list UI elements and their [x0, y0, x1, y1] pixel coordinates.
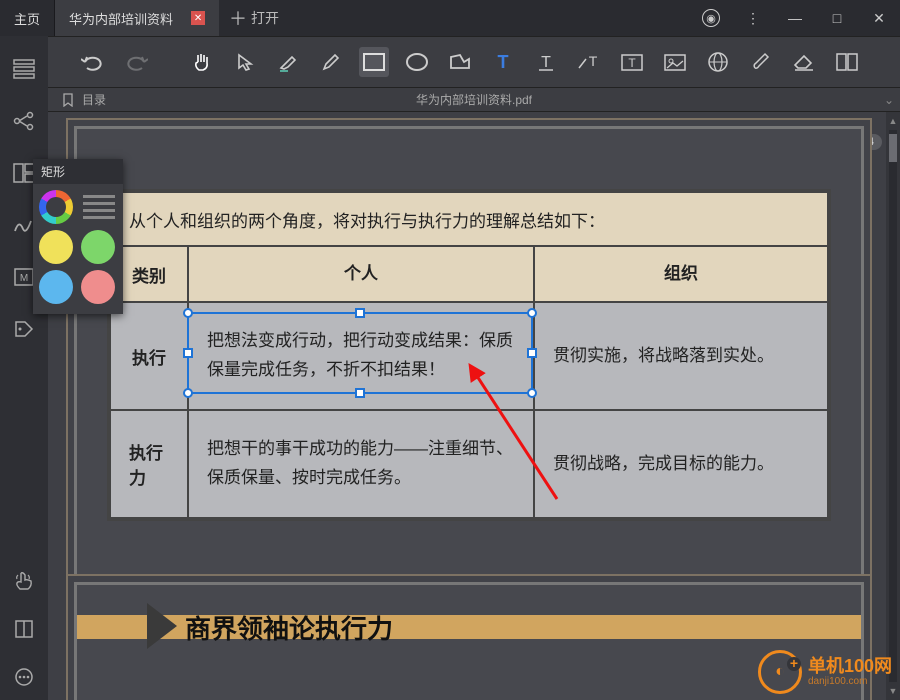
- new-tab-button[interactable]: ＋ 打开: [229, 5, 279, 31]
- breadcrumb-bar: 目录 华为内部培训资料.pdf ⌄: [48, 88, 900, 112]
- window-minimize[interactable]: —: [774, 0, 816, 36]
- maximize-icon: □: [833, 10, 841, 26]
- sidebar-item-touch[interactable]: [11, 568, 37, 594]
- sidebar-item-more[interactable]: [11, 664, 37, 690]
- main-area: M T T T T: [0, 36, 900, 700]
- menu-icon: ⋮: [746, 10, 760, 27]
- selection-handle-n[interactable]: [355, 308, 365, 318]
- new-tab-label: 打开: [251, 8, 279, 28]
- breadcrumb-chevron-icon[interactable]: ⌄: [884, 93, 894, 107]
- watermark: ◐ 单机100网 danji100.com: [758, 650, 892, 694]
- color-swatch-blue[interactable]: [39, 270, 73, 304]
- pencil-tool[interactable]: [316, 47, 346, 77]
- table-cell-label: 执行: [110, 302, 188, 410]
- selection-handle-e[interactable]: [527, 348, 537, 358]
- section-ribbon: 商界领袖论执行力: [77, 603, 861, 649]
- shape-options-panel: 矩形: [33, 159, 123, 314]
- color-wheel-icon[interactable]: [39, 190, 73, 224]
- shape-panel-title: 矩形: [33, 159, 123, 184]
- text-tool[interactable]: T: [488, 47, 518, 77]
- text-box-tool[interactable]: T: [617, 47, 647, 77]
- title-bar: 主页 华为内部培训资料 ✕ ＋ 打开 ◉ ⋮ — □ ✕: [0, 0, 900, 36]
- rectangle-tool[interactable]: [359, 47, 389, 77]
- sidebar-item-tag[interactable]: [11, 316, 37, 342]
- watermark-logo-icon: ◐: [758, 650, 802, 694]
- table-row: 执行力 把想干的事干成功的能力——注重细节、保质保量、按时完成任务。 贯彻战略，…: [110, 410, 828, 518]
- watermark-brand: 单机100网: [808, 656, 892, 676]
- bookmark-icon[interactable]: [62, 93, 74, 107]
- page-2: 商界领袖论执行力: [66, 574, 872, 700]
- content-column: T T T T 目录 华为内部培训资料.pdf ⌄ 4: [48, 36, 900, 700]
- color-swatch-green[interactable]: [81, 230, 115, 264]
- svg-text:M: M: [20, 273, 28, 284]
- sidebar-item-book[interactable]: [11, 616, 37, 642]
- selection-handle-nw[interactable]: [183, 308, 193, 318]
- selection-handle-sw[interactable]: [183, 388, 193, 398]
- document-viewport[interactable]: 4 从个人和组织的两个角度，将对执行与执行力的理解总结如下： 类别 个人 组织: [48, 112, 900, 700]
- left-sidebar: M: [0, 36, 48, 700]
- highlighter-tool[interactable]: [273, 47, 303, 77]
- account-button[interactable]: ◉: [690, 0, 732, 36]
- minimize-icon: —: [788, 10, 802, 26]
- table-intro-cell: 从个人和组织的两个角度，将对执行与执行力的理解总结如下：: [110, 192, 828, 246]
- selection-handle-w[interactable]: [183, 348, 193, 358]
- tab-home-label: 主页: [14, 9, 40, 28]
- text-callout-tool[interactable]: T: [574, 47, 604, 77]
- compare-tool[interactable]: [832, 47, 862, 77]
- color-swatch-red[interactable]: [81, 270, 115, 304]
- polygon-tool[interactable]: [445, 47, 475, 77]
- sidebar-item-thumbnails[interactable]: [11, 56, 37, 82]
- watermark-url: danji100.com: [808, 676, 892, 687]
- table-cell-personal: 把想干的事干成功的能力——注重细节、保质保量、按时完成任务。: [188, 410, 534, 518]
- undo-button[interactable]: [78, 47, 108, 77]
- scrollbar-thumb[interactable]: [889, 134, 897, 162]
- svg-text:T: T: [628, 56, 636, 70]
- svg-text:T: T: [498, 52, 509, 72]
- bookmark-label[interactable]: 目录: [82, 91, 106, 108]
- table-header-row: 类别 个人 组织: [110, 246, 828, 302]
- svg-text:T: T: [589, 53, 598, 69]
- scroll-up-icon[interactable]: ▲: [886, 113, 900, 129]
- table-cell-label: 执行力: [110, 410, 188, 518]
- redo-button[interactable]: [121, 47, 151, 77]
- close-icon: ✕: [873, 10, 885, 27]
- menu-button[interactable]: ⋮: [732, 0, 774, 36]
- window-maximize[interactable]: □: [816, 0, 858, 36]
- selection-handle-se[interactable]: [527, 388, 537, 398]
- plus-icon: ＋: [229, 5, 247, 31]
- document-filename: 华为内部培训资料.pdf: [416, 91, 532, 108]
- table-cell-org: 贯彻战略，完成目标的能力。: [534, 410, 828, 518]
- close-tab-icon[interactable]: ✕: [191, 11, 205, 25]
- vertical-scrollbar[interactable]: ▲ ▼: [886, 112, 900, 700]
- image-tool[interactable]: [660, 47, 690, 77]
- section-title: 商界领袖论执行力: [185, 609, 393, 646]
- eraser-tool[interactable]: [789, 47, 819, 77]
- table-intro-row: 从个人和组织的两个角度，将对执行与执行力的理解总结如下：: [110, 192, 828, 246]
- scrollbar-track[interactable]: [889, 130, 897, 682]
- line-style-picker[interactable]: [81, 190, 117, 224]
- window-close[interactable]: ✕: [858, 0, 900, 36]
- avatar-icon: ◉: [702, 9, 720, 27]
- selection-rectangle[interactable]: [187, 312, 533, 394]
- color-swatch-yellow[interactable]: [39, 230, 73, 264]
- table-cell-org: 贯彻实施，将战略落到实处。: [534, 302, 828, 410]
- svg-text:T: T: [541, 54, 551, 71]
- text-underline-tool[interactable]: T: [531, 47, 561, 77]
- tab-document[interactable]: 华为内部培训资料 ✕: [55, 0, 219, 36]
- table-header-personal: 个人: [188, 246, 534, 302]
- select-tool[interactable]: [230, 47, 260, 77]
- annotation-toolbar: T T T T: [48, 36, 900, 88]
- ellipse-tool[interactable]: [402, 47, 432, 77]
- sidebar-item-connections[interactable]: [11, 108, 37, 134]
- pan-tool[interactable]: [187, 47, 217, 77]
- link-tool[interactable]: [703, 47, 733, 77]
- tab-home[interactable]: 主页: [0, 0, 55, 36]
- brush-tool[interactable]: [746, 47, 776, 77]
- selection-handle-ne[interactable]: [527, 308, 537, 318]
- selection-handle-s[interactable]: [355, 388, 365, 398]
- table-header-org: 组织: [534, 246, 828, 302]
- tab-document-label: 华为内部培训资料: [69, 9, 173, 28]
